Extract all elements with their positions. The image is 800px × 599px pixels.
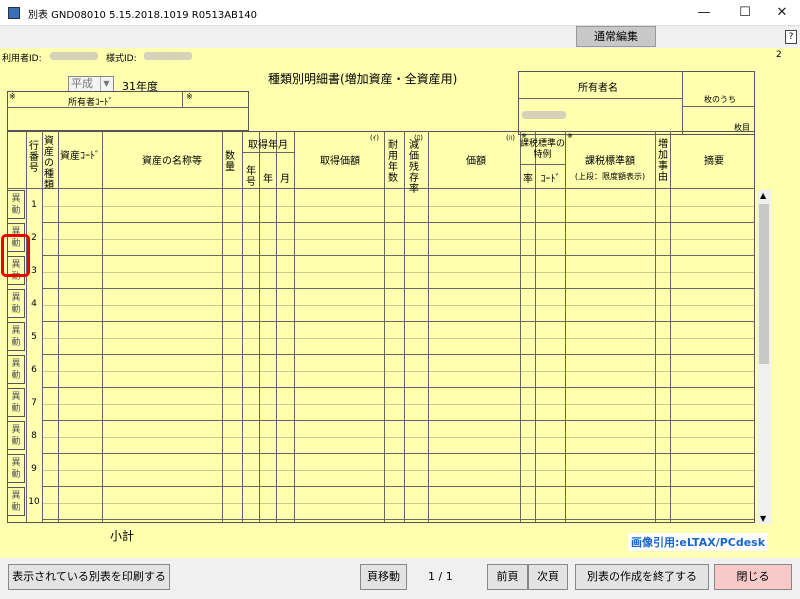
ido-button[interactable]: 異動 [7,190,25,219]
mark-2: ※ [186,92,193,101]
ido-button[interactable]: 異動 [7,454,25,483]
row-number: 1 [31,200,37,210]
image-credit: 画像引用:eLTAX/PCdesk [628,533,769,551]
form-id-value [144,52,192,60]
header-year: 年 [263,174,273,185]
scroll-down-icon[interactable]: ▼ [760,514,766,523]
help-icon[interactable]: ? [785,30,797,44]
ido-button[interactable]: 異動 [7,322,25,351]
header-useful-life: 耐用年数 [388,140,398,184]
page-move-button[interactable]: 頁移動 [360,564,407,590]
row-number: 4 [31,299,37,309]
header-value: 価額 [466,156,486,167]
row-divider [42,222,755,223]
owner-code-label: 所有者ｺｰﾄﾞ [68,98,114,108]
header-residual-rate: 減価残存率 [409,140,419,195]
scroll-thumb[interactable] [759,204,769,364]
mark-ha: (ﾊ) [506,134,515,142]
document-title: 種類別明細書(増加資産・全資産用) [268,72,458,86]
row-number: 9 [31,464,37,474]
ido-button[interactable]: 異動 [7,421,25,450]
close-window-button[interactable]: ✕ [768,3,796,23]
close-button[interactable]: 閉じる [714,564,792,590]
scroll-up-icon[interactable]: ▲ [760,191,766,200]
header-remarks: 摘要 [704,156,724,167]
row-divider [42,255,755,256]
bottom-bar: 表示されている別表を印刷する 頁移動 1 / 1 前頁 次頁 別表の作成を終了す… [0,558,800,599]
header-acquisition-price: 取得価額 [320,156,360,167]
row-divider [42,354,755,355]
header-acquisition-date: 取得年月 [248,140,288,151]
maximize-button[interactable]: ☐ [731,3,759,23]
header-asset-name: 資産の名称等 [142,156,202,167]
vertical-scrollbar[interactable]: ▲ ▼ [757,190,771,524]
prev-page-button[interactable]: 前頁 [487,564,528,590]
header-increase-reason: 増加事由 [658,139,668,183]
form-id-label: 様式ID: [106,54,137,64]
row-number: 5 [31,332,37,342]
header-rate: 率 [523,174,533,185]
next-page-button[interactable]: 次頁 [528,564,568,590]
ido-button[interactable]: 異動 [7,355,25,384]
mark-i: (ｲ) [370,134,379,142]
user-id-value [50,52,98,60]
header-line-no: 行番号 [29,141,39,174]
detail-grid [7,131,755,523]
minimize-button[interactable]: — [690,3,718,23]
header-tax-base: 課税標準額 [585,156,635,167]
row-divider [42,420,755,421]
subtotal-label: 小計 [109,529,134,543]
row-divider [42,288,755,289]
header-special-measure: 課税標準の特例 [520,139,566,160]
asset-detail-form: 2 利用者ID: 様式ID: 平成 ▼ 31年度 種類別明細書(増加資産・全資産用… [0,48,800,558]
chevron-down-icon: ▼ [100,77,112,91]
row-number: 7 [31,398,37,408]
owner-code-box [7,91,249,131]
page-indicator: 1 / 1 [428,570,453,583]
row-number: 10 [28,497,40,507]
ido-button[interactable]: 異動 [7,289,25,318]
era-select[interactable]: 平成 ▼ [68,76,114,92]
mark-4: ※ [567,132,573,140]
owner-name-value [522,111,566,119]
header-tax-base-sub: (上段：限度額表示) [574,172,646,181]
row-number: 8 [31,431,37,441]
header-era: 年号 [246,166,256,188]
window-title: 別表 GND08010 5.15.2018.1019 R0513AB140 [28,10,257,21]
toolbar: 通常編集 ? [0,26,800,48]
highlight-box [1,234,30,277]
row-divider [42,486,755,487]
header-quantity: 数量 [225,151,235,173]
user-id-label: 利用者ID: [2,54,42,64]
header-asset-type: 資産の種類 [44,136,54,191]
row-divider [42,321,755,322]
ido-button[interactable]: 異動 [7,487,25,516]
owner-name-label: 所有者名 [578,83,618,94]
sheets-of-label: 枚のうち [704,95,736,104]
row-divider [42,453,755,454]
row-divider [42,387,755,388]
row-number: 6 [31,365,37,375]
row-divider [42,519,755,520]
finish-button[interactable]: 別表の作成を終了する [575,564,709,590]
ido-button[interactable]: 異動 [7,388,25,417]
app-icon [8,7,20,19]
header-code: ｺｰﾄﾞ [540,174,561,185]
header-month: 月 [280,174,290,185]
print-button[interactable]: 表示されている別表を印刷する [8,564,170,590]
mark-ro: (ﾛ) [414,134,423,142]
title-bar: 別表 GND08010 5.15.2018.1019 R0513AB140 — … [0,0,800,26]
page-number: 2 [776,50,782,60]
mark-1: ※ [9,92,16,101]
header-asset-code: 資産ｺｰﾄﾞ [60,151,100,162]
edit-mode-button[interactable]: 通常編集 [576,26,656,47]
